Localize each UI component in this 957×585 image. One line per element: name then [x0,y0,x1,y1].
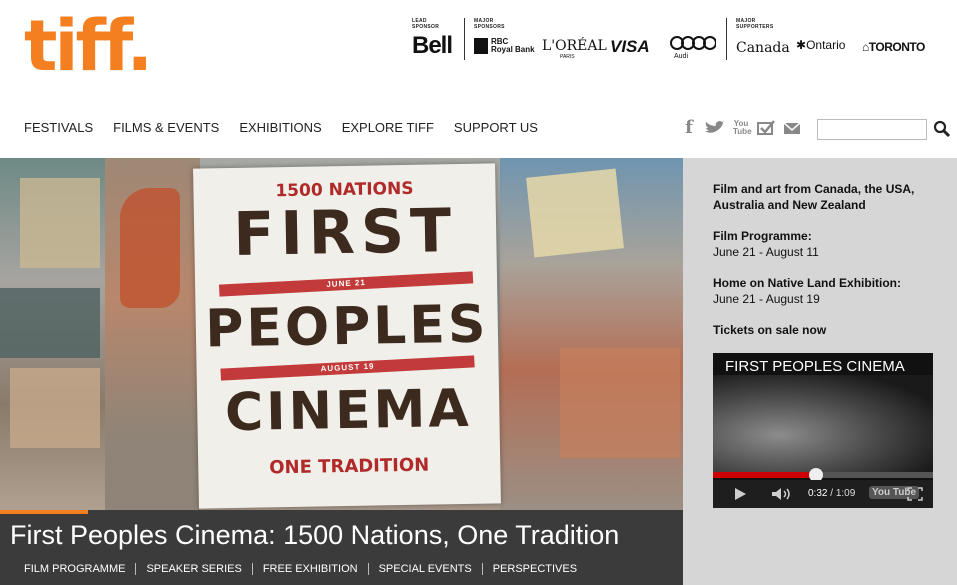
exhibition-block: Home on Native Land Exhibition: June 21 … [713,275,901,307]
nav-festivals[interactable]: FESTIVALS [24,120,93,135]
trillium-icon: ✱ [796,38,807,52]
video-time: 0:32 / 1:09 [808,488,855,499]
divider [726,18,727,60]
social-links: f You Tube [683,119,801,137]
sub-nav-film-programme[interactable]: FILM PROGRAMME [14,563,137,575]
sub-nav-perspectives[interactable]: PERSPECTIVES [483,563,587,575]
sidebar-intro: Film and art from Canada, the USA, Austr… [713,181,923,213]
checkin-icon[interactable] [757,120,775,136]
major-supporters-group: MAJOR SUPPORTERS Canada ✱Ontario ⌂TORONT… [736,18,925,56]
twitter-icon[interactable] [703,120,725,136]
sub-nav-free-exhibition[interactable]: FREE EXHIBITION [253,563,369,575]
lead-sponsor-label: LEAD SPONSOR [412,18,440,30]
tickets-text: Tickets on sale now [713,323,827,337]
vintage-poster-image [10,368,100,448]
tickets-block[interactable]: Tickets on sale now [713,322,826,338]
video-progress-bar[interactable] [713,468,933,482]
video-current-time: 0:32 [808,488,828,499]
hero-caption-title[interactable]: First Peoples Cinema: 1500 Nations, One … [10,520,619,551]
major-sponsors-group: MAJOR SPONSORS RBC Royal Bank L'ORÉAL PA… [474,18,716,60]
nav-films-events[interactable]: FILMS & EVENTS [113,120,219,135]
video-time-separator: / [827,488,836,499]
major-sponsors-label: MAJOR SPONSORS [474,18,505,30]
nav-explore-tiff[interactable]: EXPLORE TIFF [342,120,434,135]
video-title[interactable]: FIRST PEOPLES CINEMA [725,358,905,375]
exhibition-dates: June 21 - August 19 [713,292,820,306]
facebook-icon[interactable]: f [683,119,695,137]
major-supporters-label: MAJOR SUPPORTERS [736,18,774,30]
ontario-text: Ontario [806,38,846,52]
youtube-icon[interactable]: You Tube [733,120,752,136]
exhibition-label: Home on Native Land Exhibition: [713,276,902,290]
audi-rings-icon[interactable] [670,36,716,50]
sidebar-intro-text: Film and art from Canada, the USA, Austr… [713,182,915,212]
poster-first-text: FIRST [232,196,458,270]
visa-logo[interactable]: VISA [610,37,650,57]
rbc-sub-text: Royal Bank [491,45,535,54]
rbc-logo[interactable]: RBC Royal Bank [491,38,535,54]
bell-logo[interactable]: Bell [412,32,453,60]
loreal-paris-text: PARIS [560,54,575,60]
poster-peoples-text: PEOPLES [204,294,489,360]
film-programme-label: Film Programme: [713,229,812,243]
video-controls: 0:32 / 1:09 You Tube [713,480,933,508]
lead-sponsor-group: LEAD SPONSOR Bell [412,18,453,59]
nav-support-us[interactable]: SUPPORT US [454,120,538,135]
sub-nav-speaker-series[interactable]: SPEAKER SERIES [136,563,253,575]
caption-accent [0,510,88,514]
tiff-logo[interactable]: tiff. [24,6,153,86]
fullscreen-icon[interactable] [907,487,923,501]
play-icon[interactable] [733,487,747,501]
program-sub-nav: FILM PROGRAMME SPEAKER SERIES FREE EXHIB… [14,563,587,575]
canada-logo[interactable]: Canada [736,40,790,56]
search-icon[interactable] [933,120,951,138]
poster-cinema-text: CINEMA [224,378,473,444]
vintage-poster-image [0,288,100,358]
vintage-poster-image [560,348,680,458]
email-icon[interactable] [783,121,801,135]
toronto-text: TORONTO [868,40,926,54]
vintage-poster-image [526,168,624,258]
search-input[interactable] [817,119,927,140]
film-programme-dates: June 21 - August 11 [713,245,819,259]
hero-banner[interactable]: 1500 NATIONS FIRST JUNE 21 PEOPLES AUGUS… [0,158,683,510]
toronto-logo[interactable]: ⌂TORONTO [862,40,925,54]
vintage-poster-image [20,178,100,268]
video-player[interactable]: FIRST PEOPLES CINEMA 0:32 / 1:09 You Tub… [713,353,933,508]
divider [464,18,465,60]
poster-tradition-text: ONE TRADITION [269,454,430,479]
nav-exhibitions[interactable]: EXHIBITIONS [239,120,321,135]
rbc-shield-icon [474,38,488,54]
audi-text: Audi [674,53,689,60]
film-programme-block: Film Programme: June 21 - August 11 [713,228,819,260]
first-peoples-poster: 1500 NATIONS FIRST JUNE 21 PEOPLES AUGUS… [193,163,501,509]
video-duration: 1:09 [835,488,856,499]
video-frame-image[interactable] [713,375,933,475]
video-progress-fill [713,472,817,478]
volume-icon[interactable] [771,487,793,501]
illustrated-figure-image [120,188,180,308]
ontario-logo[interactable]: ✱Ontario [796,38,845,52]
sub-nav-special-events[interactable]: SPECIAL EVENTS [369,563,483,575]
city-hall-icon: ⌂ [862,40,869,54]
main-nav: FESTIVALS FILMS & EVENTS EXHIBITIONS EXP… [24,120,558,135]
loreal-logo[interactable]: L'ORÉAL [542,38,607,54]
